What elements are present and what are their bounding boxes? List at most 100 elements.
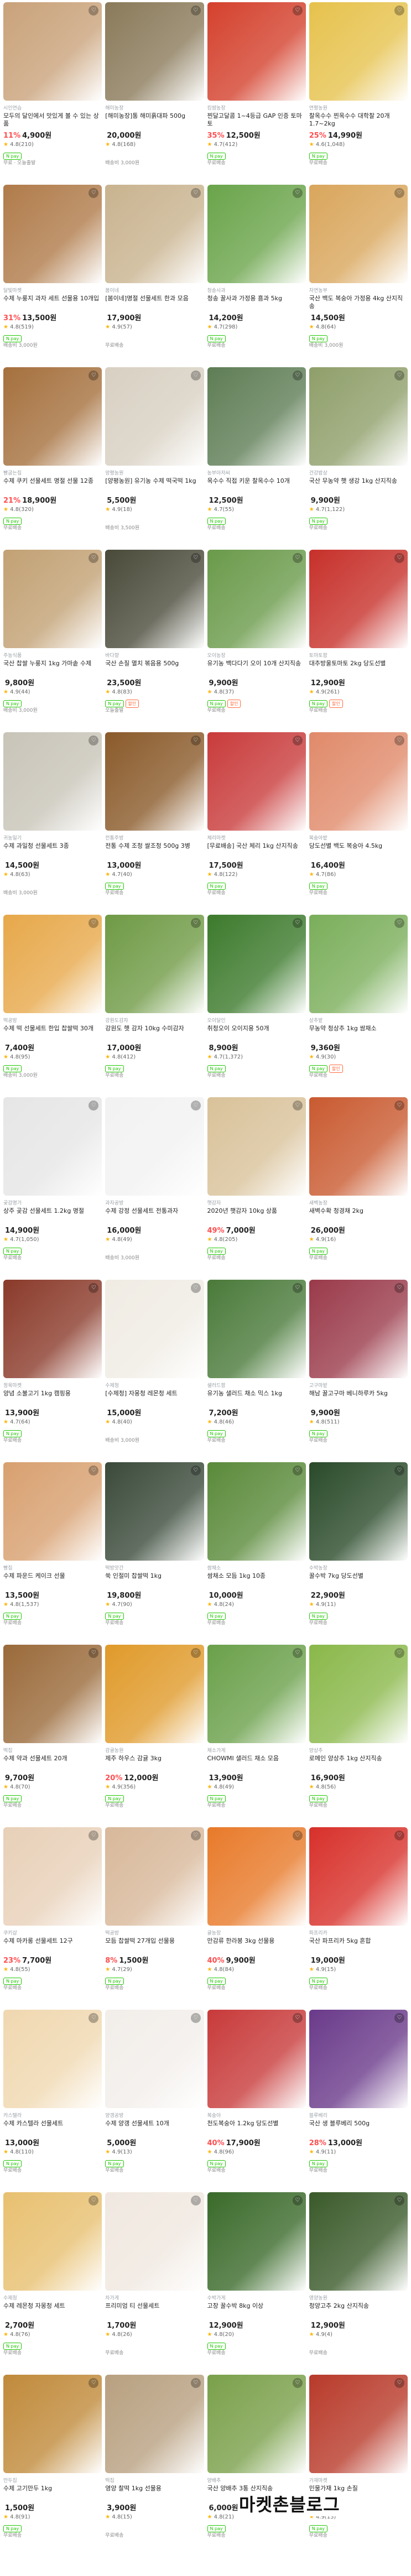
product-thumbnail[interactable]: ♡ bbox=[309, 2010, 408, 2108]
product-card[interactable]: ♡ 블루베리 국산 생 블루베리 500g 28% 13,000원 ★ 4.9(11) N … bbox=[309, 2010, 408, 2190]
product-title[interactable]: 새벽수확 청경채 2kg bbox=[309, 1207, 408, 1223]
heart-icon[interactable]: ♡ bbox=[394, 553, 404, 563]
product-card[interactable]: ♡ 바다향 국산 손질 멸치 볶음용 500g 23,500원 ★ 4.8(83) N p… bbox=[105, 550, 204, 730]
product-thumbnail[interactable]: ♡ bbox=[309, 732, 408, 831]
product-thumbnail[interactable]: ♡ bbox=[3, 1462, 102, 1561]
product-card[interactable]: ♡ 양갱공방 수제 양갱 선물세트 10개 5,000원 ★ 4.9(13) N pay 무… bbox=[105, 2010, 204, 2190]
product-card[interactable]: ♡가재마켓민물가재 1kg 손질11,900원★ 4.9(13)N pay무료배… bbox=[309, 2375, 408, 2555]
product-title[interactable]: 양념 소불고기 1kg 캠핑용 bbox=[3, 1390, 102, 1405]
product-title[interactable]: 만감류 한라봉 3kg 선물용 bbox=[207, 1937, 306, 1953]
product-thumbnail[interactable]: ♡ bbox=[3, 732, 102, 831]
heart-icon[interactable]: ♡ bbox=[190, 188, 201, 198]
product-thumbnail[interactable]: ♡ bbox=[3, 185, 102, 283]
product-thumbnail[interactable]: ♡ bbox=[309, 1827, 408, 1926]
product-card[interactable]: ♡ 고구마밭 해남 꿀고구마 베니하루카 5kg 9,900원 ★ 4.8(511) N … bbox=[309, 1280, 408, 1460]
heart-icon[interactable]: ♡ bbox=[292, 1831, 303, 1840]
product-title[interactable]: 무농약 청상추 1kg 쌈채소 bbox=[309, 1025, 408, 1040]
heart-icon[interactable]: ♡ bbox=[394, 2196, 404, 2205]
shop-name[interactable]: 복숭아 bbox=[207, 2111, 306, 2119]
product-card[interactable]: ♡ 복숭아밭 당도선별 백도 복숭아 4.5kg 16,400원 ★ 4.7(86) N … bbox=[309, 732, 408, 912]
product-card[interactable]: ♡ 양상추 로메인 양상추 1kg 산지직송 16,900원 ★ 4.8(56) N pa… bbox=[309, 1645, 408, 1825]
product-card[interactable]: ♡ 만두집 수제 고기만두 1kg 1,500원 ★ 4.8(91) N pay 무료배송 bbox=[3, 2375, 102, 2555]
product-title[interactable]: 수제 고기만두 1kg bbox=[3, 2485, 102, 2500]
product-thumbnail[interactable]: ♡ bbox=[3, 367, 102, 466]
product-title[interactable]: [양평농원] 유기농 수제 떡국떡 1kg bbox=[105, 477, 204, 493]
product-thumbnail[interactable]: ♡ bbox=[3, 915, 102, 1013]
product-title[interactable]: 수제 양갱 선물세트 10개 bbox=[105, 2120, 204, 2135]
product-title[interactable]: [수제청] 자몽청 레몬청 세트 bbox=[105, 1390, 204, 1405]
heart-icon[interactable]: ♡ bbox=[89, 1648, 99, 1658]
shop-name[interactable]: 차가게 bbox=[105, 2294, 204, 2301]
heart-icon[interactable]: ♡ bbox=[292, 371, 303, 380]
product-thumbnail[interactable]: ♡ bbox=[105, 550, 204, 648]
heart-icon[interactable]: ♡ bbox=[394, 188, 404, 198]
heart-icon[interactable]: ♡ bbox=[394, 1283, 404, 1293]
shop-name[interactable]: 복숭아밭 bbox=[309, 834, 408, 841]
product-title[interactable]: 상주 곶감 선물세트 1.2kg 명절 bbox=[3, 1207, 102, 1223]
product-card[interactable]: ♡ 쌈채소 쌈채소 모듬 1kg 10종 10,000원 ★ 4.8(24) N pay 무… bbox=[207, 1462, 306, 1642]
heart-icon[interactable]: ♡ bbox=[89, 1283, 99, 1293]
heart-icon[interactable]: ♡ bbox=[89, 1101, 99, 1110]
product-thumbnail[interactable]: ♡ bbox=[207, 367, 306, 466]
product-title[interactable]: 수제 카스텔라 선물세트 bbox=[3, 2120, 102, 2135]
product-thumbnail[interactable]: ♡ bbox=[105, 185, 204, 283]
product-title[interactable]: 수제 과일청 선물세트 3종 bbox=[3, 842, 102, 858]
product-title[interactable]: 프리미엄 티 선물세트 bbox=[105, 2302, 204, 2318]
product-thumbnail[interactable]: ♡ bbox=[207, 732, 306, 831]
product-thumbnail[interactable]: ♡ bbox=[309, 1462, 408, 1561]
product-title[interactable]: 수제 쿠키 선물세트 명절 선물 12종 bbox=[3, 477, 102, 493]
product-title[interactable]: 수제 누룽지 과자 세트 선물용 10개입 bbox=[3, 295, 102, 310]
product-thumbnail[interactable]: ♡ bbox=[3, 2375, 102, 2473]
product-thumbnail[interactable]: ♡ bbox=[309, 1097, 408, 1196]
product-thumbnail[interactable]: ♡ bbox=[105, 915, 204, 1013]
product-thumbnail[interactable]: ♡ bbox=[105, 1827, 204, 1926]
shop-name[interactable]: 떡집 bbox=[3, 1746, 102, 1754]
shop-name[interactable]: 봄이네 bbox=[105, 286, 204, 294]
product-thumbnail[interactable]: ♡ bbox=[207, 2010, 306, 2108]
product-thumbnail[interactable]: ♡ bbox=[105, 367, 204, 466]
product-card[interactable]: ♡ 청송사과 청송 꿀사과 가정용 흠과 5kg 14,200원 ★ 4.7(298) N… bbox=[207, 185, 306, 365]
heart-icon[interactable]: ♡ bbox=[394, 1831, 404, 1840]
product-thumbnail[interactable]: ♡ bbox=[309, 2, 408, 101]
product-card[interactable]: ♡ 떡방앗간 쑥 인절미 찹쌀떡 1kg 19,800원 ★ 4.7(90) N pay 무… bbox=[105, 1462, 204, 1642]
product-title[interactable]: 쌈채소 모듬 1kg 10종 bbox=[207, 1572, 306, 1588]
product-card[interactable]: ♡ 채소가게 CHOWMI 샐러드 채소 모음 13,900원 ★ 4.8(49) N p… bbox=[207, 1645, 306, 1825]
product-thumbnail[interactable]: ♡ bbox=[3, 1280, 102, 1378]
shop-name[interactable]: 카스텔라 bbox=[3, 2111, 102, 2119]
shop-name[interactable]: 귀농일기 bbox=[3, 834, 102, 841]
shop-name[interactable]: 양평농원 bbox=[105, 469, 204, 476]
product-title[interactable]: 쑥 인절미 찹쌀떡 1kg bbox=[105, 1572, 204, 1588]
product-title[interactable]: 유기농 샐러드 채소 믹스 1kg bbox=[207, 1390, 306, 1405]
heart-icon[interactable]: ♡ bbox=[89, 188, 99, 198]
product-card[interactable]: ♡ 양평농원 [양평농원] 유기농 수제 떡국떡 1kg 5,500원 ★ 4.9(18… bbox=[105, 367, 204, 547]
product-title[interactable]: 청양고추 2kg 산지직송 bbox=[309, 2302, 408, 2318]
heart-icon[interactable]: ♡ bbox=[394, 2013, 404, 2023]
product-card[interactable]: ♡ 시인연습 모두의 달인에서 맛있게 볼 수 있는 상품 11% 4,900원 ★ 4.… bbox=[3, 2, 102, 182]
heart-icon[interactable]: ♡ bbox=[190, 1648, 201, 1658]
heart-icon[interactable]: ♡ bbox=[292, 1466, 303, 1475]
product-title[interactable]: 청송 꿀사과 가정용 흠과 5kg bbox=[207, 295, 306, 310]
product-thumbnail[interactable]: ♡ bbox=[207, 1462, 306, 1561]
heart-icon[interactable]: ♡ bbox=[190, 2378, 201, 2388]
heart-icon[interactable]: ♡ bbox=[394, 6, 404, 15]
shop-name[interactable]: 수제청 bbox=[105, 1381, 204, 1389]
heart-icon[interactable]: ♡ bbox=[89, 1831, 99, 1840]
product-thumbnail[interactable]: ♡ bbox=[3, 1645, 102, 1743]
product-thumbnail[interactable]: ♡ bbox=[207, 550, 306, 648]
shop-name[interactable]: 과자공방 bbox=[105, 1199, 204, 1206]
product-card[interactable]: ♡ 주농식품 국산 찹쌀 누룽지 1kg 가마솥 수제 9,800원 ★ 4.9(44)… bbox=[3, 550, 102, 730]
heart-icon[interactable]: ♡ bbox=[394, 2378, 404, 2388]
product-card[interactable]: ♡ 연평농원 찰옥수수 찐옥수수 대학찰 20개 1.7~2kg 25% 14,990원… bbox=[309, 2, 408, 182]
product-title[interactable]: 수제 마카롱 선물세트 12구 bbox=[3, 1937, 102, 1953]
shop-name[interactable]: 영양농원 bbox=[309, 2294, 408, 2301]
product-card[interactable]: ♡ 수박농장 꿀수박 7kg 당도선별 22,900원 ★ 4.9(11) N pay 무료… bbox=[309, 1462, 408, 1642]
product-title[interactable]: 대추방울토마토 2kg 당도선별 bbox=[309, 660, 408, 675]
product-thumbnail[interactable]: ♡ bbox=[3, 2192, 102, 2291]
product-thumbnail[interactable]: ♡ bbox=[3, 1097, 102, 1196]
product-card[interactable]: ♡ 곶감명가 상주 곶감 선물세트 1.2kg 명절 14,900원 ★ 4.7(1,0… bbox=[3, 1097, 102, 1277]
product-title[interactable]: 국산 무농약 햇 생강 1kg 산지직송 bbox=[309, 477, 408, 493]
heart-icon[interactable]: ♡ bbox=[190, 736, 201, 745]
product-thumbnail[interactable]: ♡ bbox=[105, 2, 204, 101]
product-title[interactable]: [봄이네]명절 선물세트 한과 모음 bbox=[105, 295, 204, 310]
shop-name[interactable]: 주농식품 bbox=[3, 651, 102, 659]
